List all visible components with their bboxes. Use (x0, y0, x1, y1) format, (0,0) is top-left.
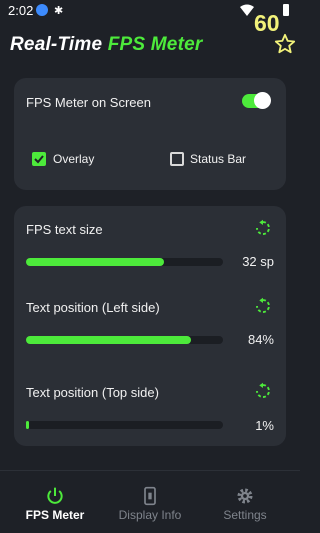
text-position-left-slider[interactable] (26, 336, 223, 344)
status-bar-label: Status Bar (190, 152, 247, 166)
phone-info-icon (144, 486, 156, 506)
text-position-top-label: Text position (Top side) (26, 385, 159, 400)
app-title: Real-Time FPS Meter (10, 34, 202, 56)
fps-text-size-label: FPS text size (26, 222, 103, 237)
overlay-label: Overlay (53, 152, 95, 166)
text-position-top-slider[interactable] (26, 421, 223, 429)
nav-fps-meter[interactable]: FPS Meter (5, 474, 105, 533)
fps-text-size-slider[interactable] (26, 258, 223, 266)
status-time: 2:02 (8, 3, 34, 18)
nav-fps-meter-label: FPS Meter (25, 508, 85, 522)
check-icon (34, 155, 44, 164)
gear-icon (237, 488, 253, 504)
app-title-prefix: Real-Time (10, 34, 108, 55)
slider-fill (26, 258, 164, 266)
reset-icon[interactable] (254, 219, 272, 237)
reset-icon[interactable] (254, 297, 272, 315)
fps-on-screen-toggle[interactable] (242, 92, 271, 109)
nav-display-info-label: Display Info (118, 508, 182, 522)
text-position-left-value: 84% (247, 332, 274, 347)
text-position-top-value: 1% (255, 418, 274, 433)
slider-fill (26, 336, 192, 344)
power-icon (47, 487, 63, 504)
download-notification-icon (36, 4, 48, 16)
battery-icon (283, 4, 289, 16)
fps-on-screen-label: FPS Meter on Screen (26, 95, 151, 110)
nav-display-info[interactable]: Display Info (100, 474, 200, 533)
status-bar-checkbox[interactable] (170, 152, 184, 166)
star-icon[interactable] (274, 33, 296, 55)
overlay-checkbox[interactable] (32, 152, 46, 166)
nav-settings[interactable]: Settings (195, 474, 295, 533)
text-settings-card: FPS text size 32 sp Text position (Left … (14, 206, 286, 446)
wifi-icon (240, 4, 254, 16)
app-title-accent: FPS Meter (107, 34, 203, 55)
text-position-left-label: Text position (Left side) (26, 300, 160, 315)
nav-settings-label: Settings (223, 508, 267, 522)
screen-settings-card: FPS Meter on Screen Overlay Status Bar (14, 78, 286, 190)
fps-text-size-value: 32 sp (242, 254, 274, 269)
bottom-navigation: FPS Meter Display Info Settings (0, 474, 300, 533)
settings-notification-icon: ✱ (54, 5, 64, 17)
toggle-knob (254, 92, 271, 109)
divider (0, 470, 300, 471)
slider-fill (26, 421, 29, 429)
status-bar: 2:02 ✱ 60 (0, 0, 300, 36)
reset-icon[interactable] (254, 382, 272, 400)
